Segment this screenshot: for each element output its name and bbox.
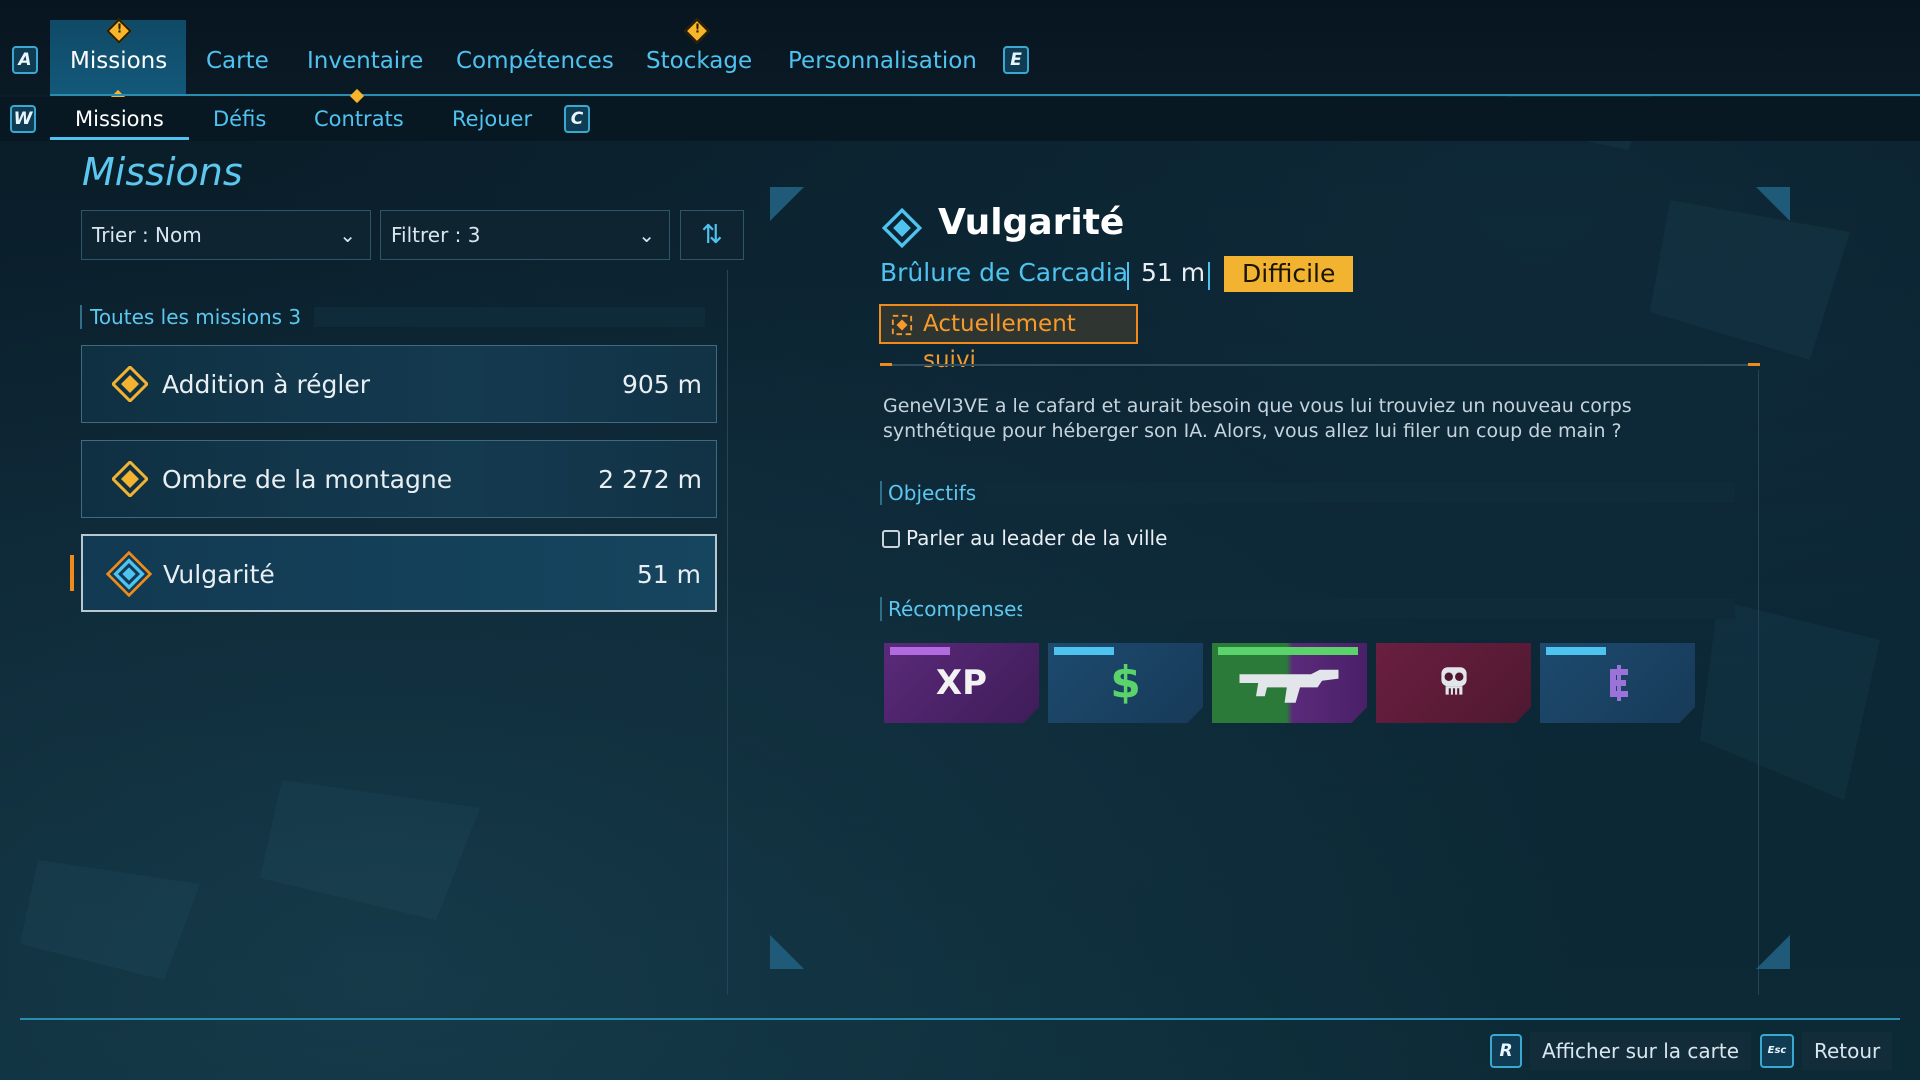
separator xyxy=(1127,262,1129,290)
objective-checkbox xyxy=(882,530,900,548)
divider-accent xyxy=(880,363,892,366)
tab-label: Carte xyxy=(206,48,269,74)
tab-personnalisation[interactable]: Personnalisation xyxy=(768,20,997,94)
filter-label: Filtrer : 3 xyxy=(391,223,481,247)
nav-divider xyxy=(50,94,1920,96)
rewards-header: Récompenses xyxy=(880,597,1737,621)
mission-type-icon xyxy=(882,208,922,248)
frame-corner xyxy=(1756,187,1790,221)
background-shard xyxy=(20,860,200,980)
tab-label: Stockage xyxy=(646,48,753,74)
tab-competences[interactable]: Compétences xyxy=(436,20,634,94)
panel-divider xyxy=(1758,370,1759,995)
mission-distance: 905 m xyxy=(621,370,702,399)
objective-item: Parler au leader de la ville xyxy=(882,526,1167,550)
eridium-icon xyxy=(1610,665,1628,701)
rewards-label: Récompenses xyxy=(888,597,1027,621)
frame-corner xyxy=(770,935,804,969)
sort-arrows-icon: ⇅ xyxy=(701,220,723,250)
show-on-map-button[interactable]: Afficher sur la carte xyxy=(1530,1032,1752,1070)
tracking-icon xyxy=(891,314,913,336)
tab-label: Personnalisation xyxy=(788,48,977,74)
weapon-icon xyxy=(1239,669,1339,703)
subtab-rejouer[interactable]: Rejouer xyxy=(427,98,557,140)
reward-cosmetic[interactable] xyxy=(1376,643,1531,723)
mission-name: Ombre de la montagne xyxy=(162,465,453,494)
mission-list-item[interactable]: Ombre de la montagne 2 272 m xyxy=(81,440,717,518)
subtab-label: Missions xyxy=(75,107,164,131)
background-shard xyxy=(260,780,480,920)
subtab-defis[interactable]: Défis xyxy=(188,98,291,140)
list-header-label: Toutes les missions 3 xyxy=(90,305,302,329)
chevron-down-icon: ⌄ xyxy=(638,223,655,247)
key-hint-prev-subtab[interactable]: W xyxy=(10,105,36,133)
back-button[interactable]: Retour xyxy=(1802,1032,1893,1070)
reward-xp[interactable]: XP xyxy=(884,643,1039,723)
mission-list-item-selected[interactable]: Vulgarité 51 m xyxy=(81,534,717,612)
mission-description: GeneVI3VE a le cafard et aurait besoin q… xyxy=(883,395,1632,442)
mission-distance: 51 m xyxy=(636,560,701,589)
mission-list-header: Toutes les missions 3 xyxy=(80,305,715,329)
panel-divider xyxy=(727,270,728,995)
difficulty-badge: Difficile xyxy=(1224,256,1354,292)
chevron-down-icon: ⌄ xyxy=(339,223,356,247)
button-label: Retour xyxy=(1814,1039,1881,1063)
divider-accent xyxy=(1748,363,1760,366)
xp-icon: XP xyxy=(935,663,988,703)
objectives-header: Objectifs xyxy=(880,481,1737,505)
sort-order-button[interactable]: ⇅ xyxy=(680,210,744,260)
subtab-label: Rejouer xyxy=(452,107,533,131)
subtab-missions[interactable]: Missions xyxy=(50,98,189,140)
key-hint-next-tab[interactable]: E xyxy=(1003,46,1029,74)
button-label: Afficher sur la carte xyxy=(1542,1039,1740,1063)
tab-inventaire[interactable]: Inventaire xyxy=(287,20,443,94)
subtab-label: Contrats xyxy=(314,107,404,131)
key-hint-prev-tab[interactable]: A xyxy=(12,46,38,74)
frame-corner xyxy=(770,187,804,221)
header-bar xyxy=(986,483,1735,503)
mission-distance: 2 272 m xyxy=(598,465,702,494)
bottom-divider xyxy=(20,1018,1900,1020)
reward-money[interactable]: $ xyxy=(1048,643,1203,723)
mission-distance: 51 m xyxy=(1141,258,1206,287)
key-hint-map[interactable]: R xyxy=(1490,1034,1522,1068)
separator xyxy=(1208,262,1210,290)
rarity-tag xyxy=(1546,647,1606,655)
mission-icon xyxy=(112,366,148,402)
page-title: Missions xyxy=(82,150,243,194)
key-hint-back[interactable]: Esc xyxy=(1760,1034,1794,1068)
header-bar xyxy=(314,307,705,327)
rarity-tag xyxy=(1218,647,1358,655)
reward-eridium[interactable] xyxy=(1540,643,1695,723)
subtab-contrats[interactable]: Contrats xyxy=(289,98,429,140)
tracked-mission-icon xyxy=(105,550,153,598)
subtab-label: Défis xyxy=(213,107,267,131)
header-bar xyxy=(1022,599,1735,619)
mission-icon xyxy=(112,461,148,497)
sort-dropdown[interactable]: Trier : Nom ⌄ xyxy=(81,210,371,260)
mission-location: Brûlure de Carcadia xyxy=(880,258,1129,287)
tab-label: Missions xyxy=(70,48,168,74)
background-shard xyxy=(1650,200,1850,360)
background-shard xyxy=(1700,600,1880,800)
mission-name: Vulgarité xyxy=(163,560,275,589)
detail-divider xyxy=(880,364,1760,366)
tab-carte[interactable]: Carte xyxy=(186,20,289,94)
selection-marker xyxy=(70,555,74,591)
skull-icon xyxy=(1441,667,1467,695)
tab-label: Compétences xyxy=(456,48,614,74)
reward-weapon[interactable] xyxy=(1212,643,1367,723)
mission-name: Addition à régler xyxy=(162,370,371,399)
money-icon: $ xyxy=(1110,657,1141,708)
sort-label: Trier : Nom xyxy=(92,223,202,247)
mission-list-item[interactable]: Addition à régler 905 m xyxy=(81,345,717,423)
tracked-status-badge: Actuellement suivi xyxy=(879,304,1138,373)
key-hint-next-subtab[interactable]: C xyxy=(564,105,590,133)
objective-text: Parler au leader de la ville xyxy=(906,526,1168,550)
frame-corner xyxy=(1756,935,1790,969)
tab-label: Inventaire xyxy=(307,48,424,74)
mission-title: Vulgarité xyxy=(938,202,1125,243)
filter-dropdown[interactable]: Filtrer : 3 ⌄ xyxy=(380,210,670,260)
objectives-label: Objectifs xyxy=(888,481,977,505)
